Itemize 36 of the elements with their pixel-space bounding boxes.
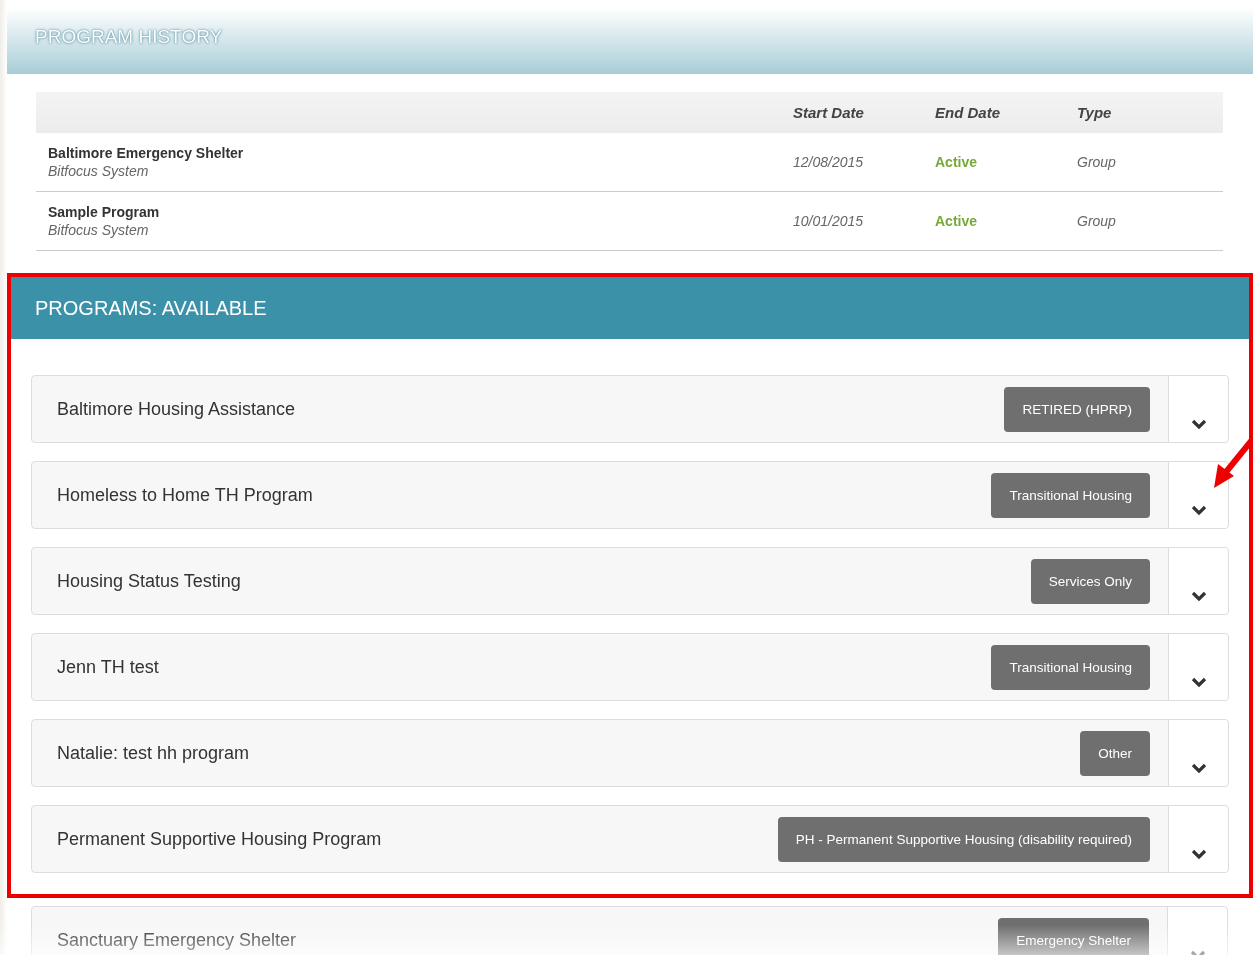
chevron-down-icon xyxy=(1190,849,1207,860)
system-name: Bitfocus System xyxy=(48,163,150,179)
end-status: Active xyxy=(935,213,978,229)
program-name: Baltimore Housing Assistance xyxy=(57,398,296,420)
chevron-down-icon xyxy=(1190,763,1207,774)
program-type-label: PH - Permanent Supportive Housing (disability required) xyxy=(777,816,1150,862)
column-header: End Date xyxy=(935,104,1000,121)
program-type-label: Transitional Housing xyxy=(991,644,1150,690)
program-name: Housing Status Testing xyxy=(57,570,241,592)
chevron-down-icon xyxy=(1190,505,1207,516)
chevron-down-icon xyxy=(1190,591,1207,602)
program-name: Jenn TH test xyxy=(57,656,159,678)
system-name: Bitfocus System xyxy=(48,222,150,238)
chevron-down-icon xyxy=(1190,419,1207,430)
program-type-label: Emergency Shelter xyxy=(998,917,1149,955)
column-header: Start Date xyxy=(793,104,864,121)
program-name: Homeless to Home TH Program xyxy=(57,484,313,506)
program-name: Sanctuary Emergency Shelter xyxy=(57,929,297,951)
program-type-label: Transitional Housing xyxy=(991,472,1150,518)
program-type-label: Other xyxy=(1080,730,1150,776)
program-name: Permanent Supportive Housing Program xyxy=(57,828,382,850)
program-type-label: RETIRED (HPRP) xyxy=(1004,386,1150,432)
end-status: Active xyxy=(935,154,978,170)
program-type: Group xyxy=(1077,213,1116,229)
start-date: 10/01/2015 xyxy=(793,213,864,229)
program-name: Natalie: test hh program xyxy=(57,742,250,764)
chevron-down-icon xyxy=(1190,677,1207,688)
program-name: Baltimore Emergency Shelter xyxy=(48,145,245,161)
program-type: Group xyxy=(1077,154,1116,170)
section-title: PROGRAMS: AVAILABLE xyxy=(35,296,267,320)
program-type-label: Services Only xyxy=(1030,558,1150,604)
program-name: Sample Program xyxy=(48,204,161,220)
expand-button[interactable] xyxy=(1168,462,1228,528)
section-title: PROGRAM HISTORY xyxy=(35,26,223,48)
start-date: 12/08/2015 xyxy=(793,154,864,170)
column-header: Type xyxy=(1077,104,1112,121)
